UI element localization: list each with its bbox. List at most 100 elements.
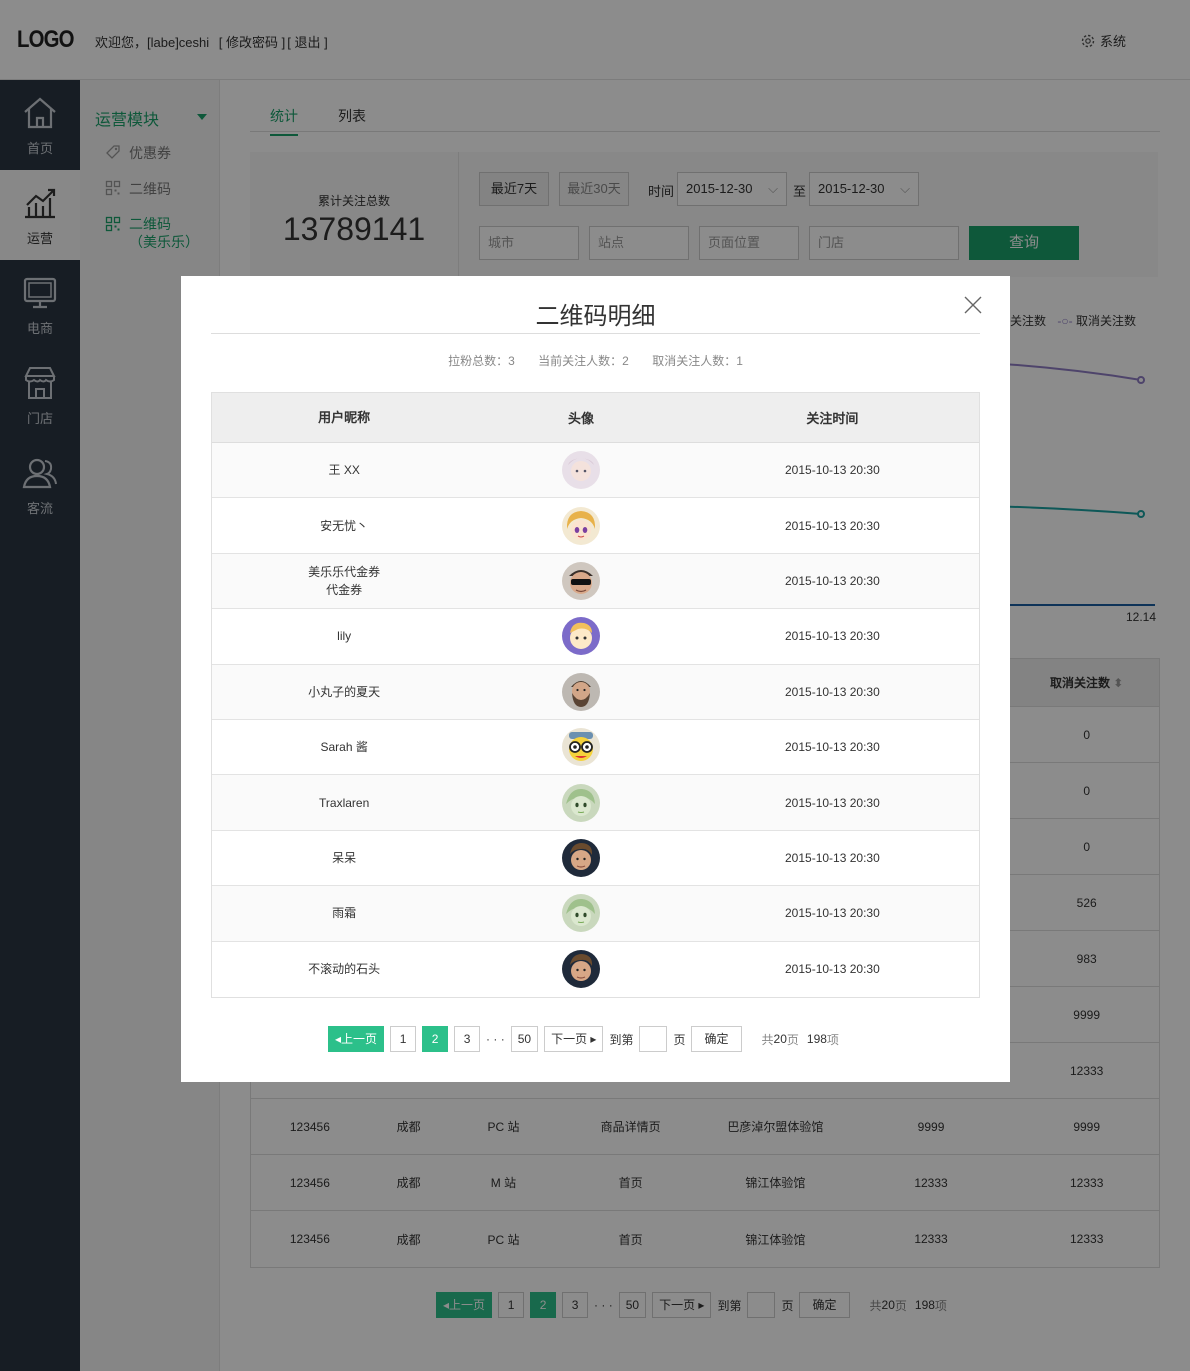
- avatar-cell: [476, 672, 685, 711]
- nickname-cell: lily: [212, 627, 476, 645]
- avatar[interactable]: [562, 950, 601, 989]
- column-avatar: 头像: [568, 411, 595, 426]
- page-button-current[interactable]: 2: [422, 1026, 449, 1052]
- avatar[interactable]: [562, 838, 601, 877]
- avatar-elf-green: [562, 783, 601, 822]
- table-row: 安无忧丶 2015-10-13 20:30: [212, 498, 979, 554]
- avatar-bearded-man: [562, 672, 601, 711]
- nickname-cell: 小丸子的夏天: [212, 683, 476, 701]
- nickname-cell: 美乐乐代金券 代金券: [212, 563, 476, 599]
- avatar-cell: [476, 838, 685, 877]
- nickname-cell: 呆呆: [212, 849, 476, 867]
- next-page-label: 下一页: [551, 1032, 588, 1046]
- total-pages-suffix: 页: [786, 1032, 799, 1047]
- follow-time-cell: 2015-10-13 20:30: [785, 795, 880, 810]
- nickname-text: Traxlaren: [319, 795, 370, 810]
- nickname-cell: 王 XX: [212, 461, 476, 479]
- qrcode-detail-modal: 二维码明细 拉粉总数：3 当前关注人数：2 取消关注人数：1 用户昵称 头像 关…: [181, 276, 1010, 1082]
- prev-page-button[interactable]: ◂上一页: [328, 1026, 385, 1052]
- next-page-button[interactable]: 下一页 ▸: [544, 1026, 604, 1052]
- table-row: Sarah 酱 2015-10-13 20:30: [212, 720, 979, 776]
- follow-time-cell: 2015-10-13 20:30: [785, 518, 880, 533]
- avatar[interactable]: [562, 894, 601, 933]
- avatar[interactable]: [562, 728, 601, 767]
- avatar[interactable]: [562, 561, 601, 600]
- avatar-cell: [476, 728, 685, 767]
- summary-cancelled: 取消关注人数：1: [652, 354, 743, 368]
- avatar-anime-girl: [562, 506, 601, 545]
- table-row: 美乐乐代金券 代金券 2015-10-13 20:30: [212, 553, 979, 610]
- avatar-cartoon-glasses: [562, 728, 601, 767]
- close-icon[interactable]: [964, 296, 982, 314]
- table-header-row: 用户昵称 头像 关注时间: [212, 393, 979, 443]
- avatar-cell: [476, 894, 685, 933]
- table-row: 不滚动的石头 2015-10-13 20:30: [212, 942, 979, 997]
- table-row: 呆呆 2015-10-13 20:30: [212, 831, 979, 887]
- page-button[interactable]: 3: [454, 1026, 481, 1052]
- avatar[interactable]: [562, 506, 601, 545]
- page-button[interactable]: 50: [510, 1026, 539, 1052]
- page-button[interactable]: 1: [390, 1026, 417, 1052]
- table-row: 小丸子的夏天 2015-10-13 20:30: [212, 664, 979, 720]
- avatar-cell: [476, 506, 685, 545]
- nickname-text: lily: [337, 629, 352, 644]
- avatar-man-dark: [562, 950, 601, 989]
- nickname-text: 小丸子的夏天: [308, 684, 381, 699]
- avatar-cell: [476, 783, 685, 822]
- modal-divider: [211, 333, 980, 334]
- summary-current: 当前关注人数：2: [538, 354, 629, 368]
- page-unit-label: 页: [673, 1032, 686, 1047]
- total-items-suffix: 项: [826, 1032, 839, 1047]
- table-row: Traxlaren 2015-10-13 20:30: [212, 775, 979, 831]
- nickname-cell: 不滚动的石头: [212, 960, 476, 978]
- total-pages-prefix: 共: [761, 1032, 774, 1047]
- follow-time-cell: 2015-10-13 20:30: [785, 684, 880, 699]
- follow-time-cell: 2015-10-13 20:30: [785, 629, 880, 644]
- total-pages: 20: [773, 1032, 787, 1046]
- nickname-cell: Sarah 酱: [212, 738, 476, 756]
- follow-time-cell: 2015-10-13 20:30: [785, 463, 880, 478]
- nickname-cell: Traxlaren: [212, 794, 476, 812]
- avatar[interactable]: [562, 672, 601, 711]
- avatar-elf-green: [562, 894, 601, 933]
- avatar-cell: [476, 950, 685, 989]
- avatar[interactable]: [562, 617, 601, 656]
- modal-pagination: ◂上一页 1 2 3 · · · 50 下一页 ▸ 到第 页 确定 共 20 页 1…: [328, 1026, 839, 1052]
- goto-confirm-button[interactable]: 确定: [691, 1026, 742, 1052]
- goto-label: 到第: [609, 1032, 634, 1047]
- nickname-text: 雨霜: [332, 906, 357, 921]
- avatar-sunglasses-man: [562, 561, 601, 600]
- nickname-line: 美乐乐代金券: [308, 564, 381, 579]
- total-items: 198: [806, 1032, 827, 1046]
- nickname-text: 王 XX: [328, 463, 360, 478]
- avatar[interactable]: [562, 783, 601, 822]
- column-follow-time: 关注时间: [806, 411, 859, 426]
- page-ellipsis: · · ·: [486, 1032, 505, 1046]
- follow-time-cell: 2015-10-13 20:30: [785, 962, 880, 977]
- table-row: 雨霜 2015-10-13 20:30: [212, 886, 979, 942]
- caret-right-icon: ▸: [590, 1032, 597, 1046]
- avatar-cartoon-purple: [562, 617, 601, 656]
- avatar-cell: [476, 617, 685, 656]
- nickname-cell: 雨霜: [212, 904, 476, 922]
- avatar-girl-pastel: [562, 451, 601, 490]
- nickname-text: 安无忧丶: [320, 518, 369, 533]
- avatar-cell: [476, 451, 685, 490]
- table-row: 王 XX 2015-10-13 20:30: [212, 443, 979, 499]
- nickname-text: 呆呆: [332, 850, 357, 865]
- nickname-text: Sarah 酱: [320, 740, 368, 755]
- nickname-text: 不滚动的石头: [308, 962, 381, 977]
- follow-time-cell: 2015-10-13 20:30: [785, 906, 880, 921]
- prev-page-label: 上一页: [341, 1032, 378, 1046]
- avatar-cell: [476, 561, 685, 600]
- follow-time-cell: 2015-10-13 20:30: [785, 573, 880, 588]
- follow-time-cell: 2015-10-13 20:30: [785, 740, 880, 755]
- nickname-line: 代金券: [326, 582, 363, 597]
- table-row: lily 2015-10-13 20:30: [212, 609, 979, 665]
- modal-title: 二维码明细: [535, 303, 656, 330]
- nickname-cell: 安无忧丶: [212, 517, 476, 535]
- avatar[interactable]: [562, 451, 601, 490]
- goto-page-input[interactable]: [639, 1026, 668, 1052]
- summary-total: 拉粉总数：3: [448, 354, 515, 368]
- avatar-man-dark: [562, 838, 601, 877]
